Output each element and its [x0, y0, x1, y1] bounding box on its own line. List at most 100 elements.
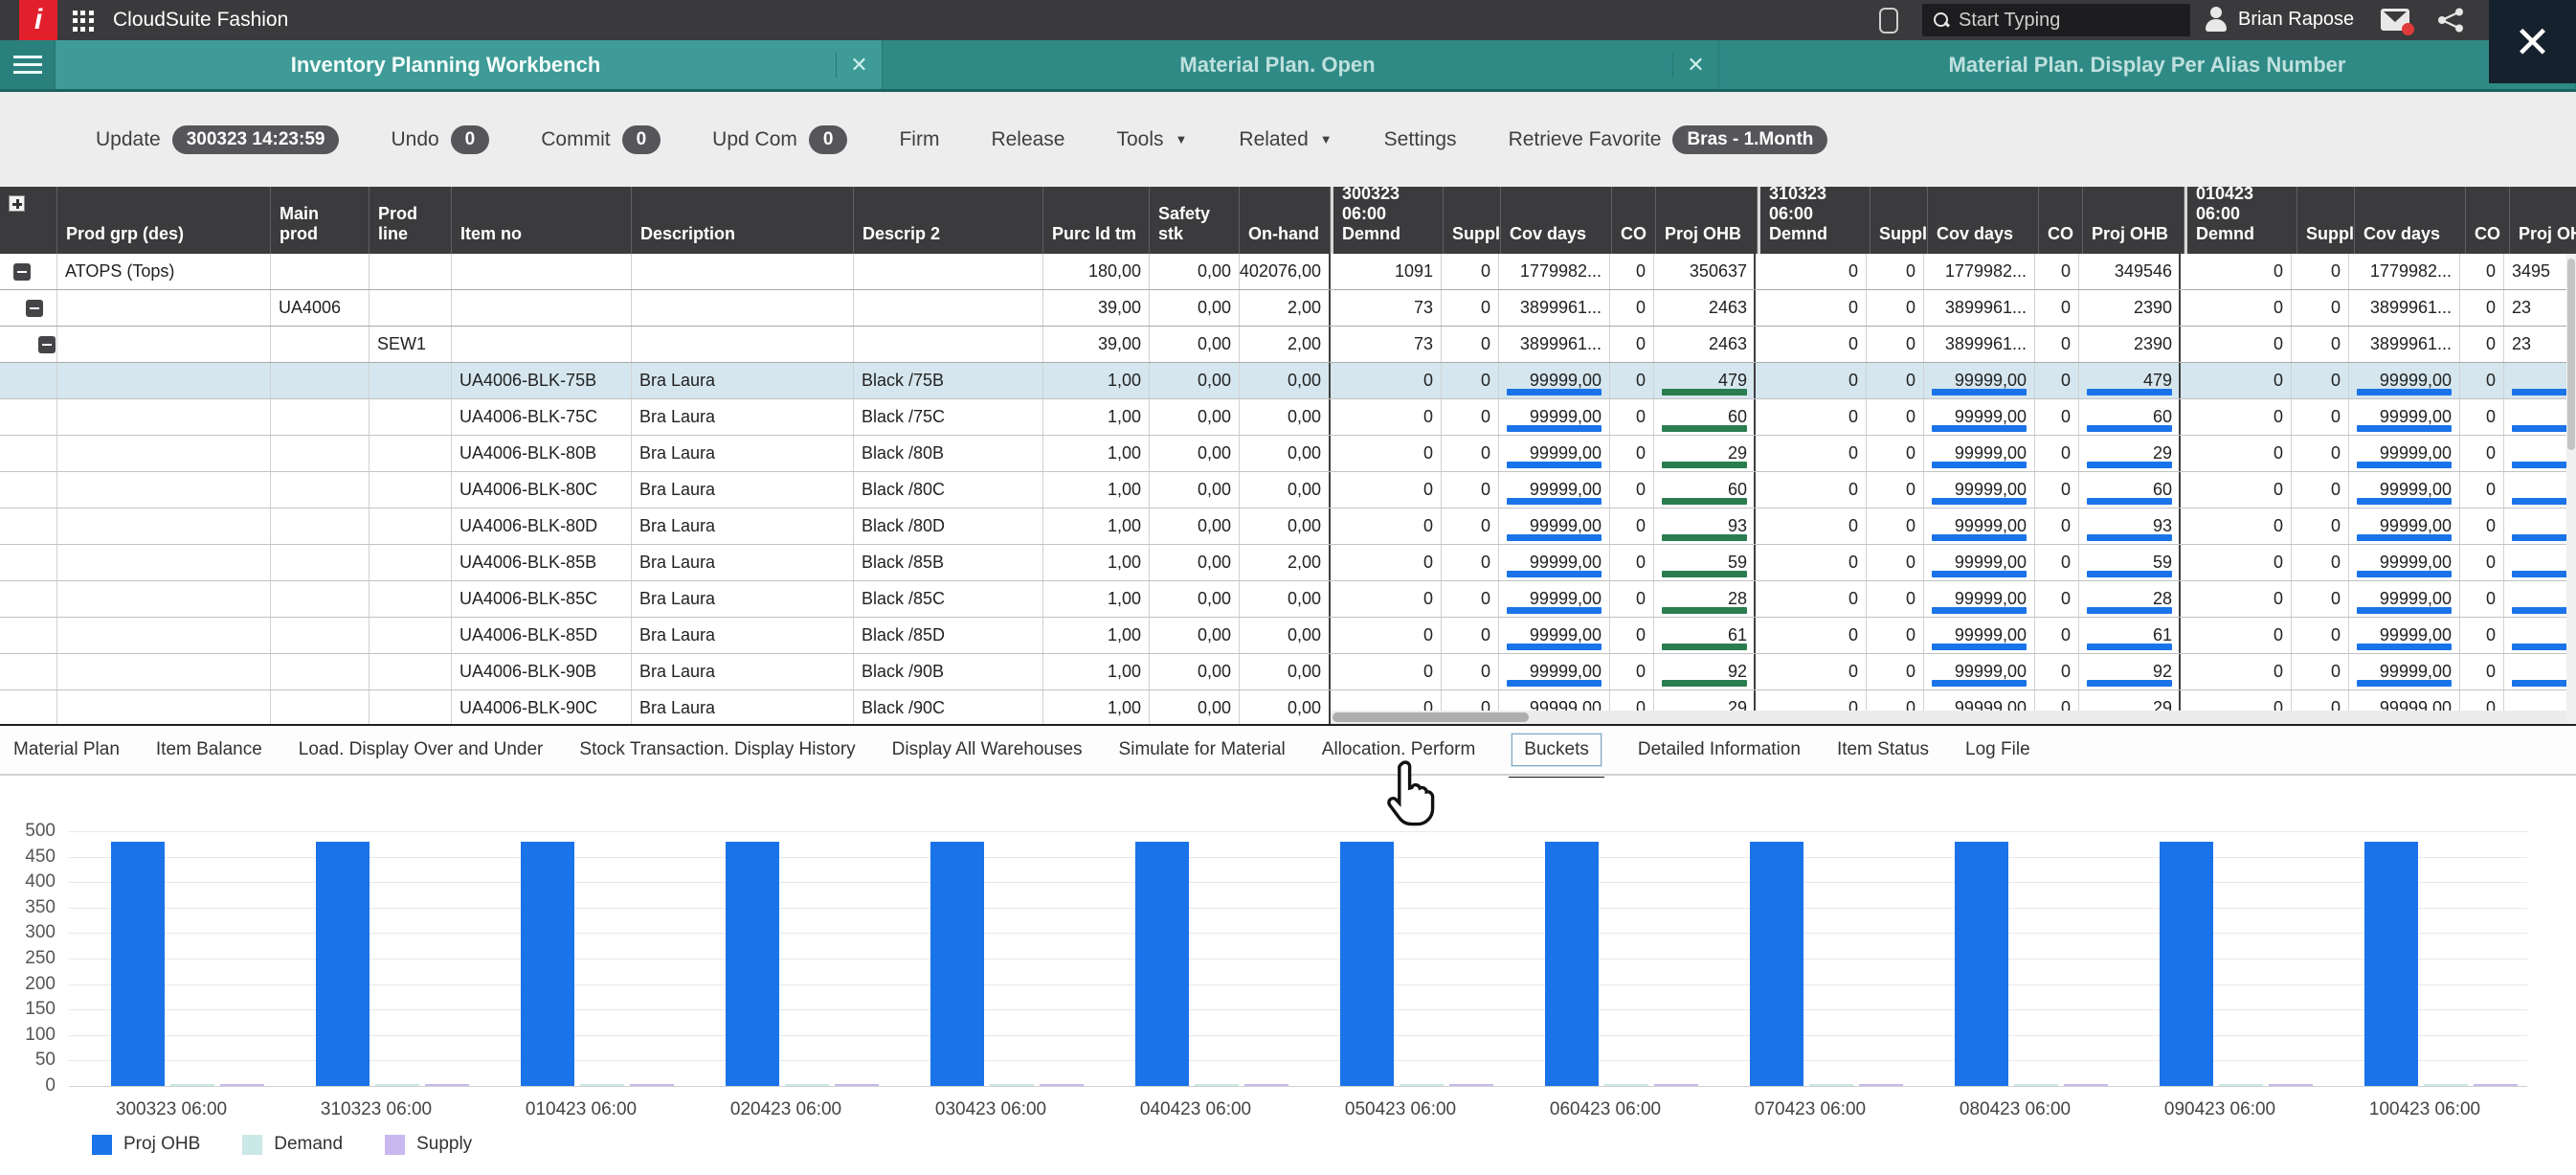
cell-main-prod[interactable]	[271, 690, 370, 726]
cell-description[interactable]	[632, 327, 854, 362]
supply-bar[interactable]	[1040, 1084, 1084, 1086]
cell-proj-ohb[interactable]: 61	[1654, 618, 1756, 653]
demand-bar[interactable]	[785, 1084, 829, 1086]
cell-co[interactable]: 0	[2035, 545, 2079, 580]
cell-proj-ohb[interactable]: 2390	[2079, 327, 2181, 362]
cell-suppl[interactable]: 0	[2292, 508, 2349, 544]
legend-item-proj-ohb[interactable]: Proj OHB	[92, 1134, 200, 1155]
horizontal-scrollbar[interactable]	[1331, 711, 2576, 724]
cell-main-prod[interactable]	[271, 654, 370, 689]
cell-suppl[interactable]: 0	[2292, 290, 2349, 326]
cell-prod-line[interactable]	[370, 690, 452, 726]
collapse-icon[interactable]	[13, 263, 31, 281]
cell-cov-days[interactable]: 3899961...	[2349, 327, 2460, 362]
bottom-tab-load-display-over-and-under[interactable]: Load. Display Over and Under	[299, 739, 544, 760]
cell-purc-ld-tm[interactable]: 180,00	[1043, 254, 1150, 289]
cell-proj-ohb[interactable]: 93	[2079, 508, 2181, 544]
cell-suppl[interactable]: 0	[1442, 581, 1499, 617]
column-header-cov-days[interactable]: Cov days	[1928, 187, 2039, 254]
cell-safety-stk[interactable]: 0,00	[1150, 290, 1240, 326]
cell-on-hand[interactable]: 0,00	[1240, 690, 1331, 726]
tab-material-plan-open[interactable]: Material Plan. Open ✕	[883, 40, 1719, 89]
cell-main-prod[interactable]	[271, 327, 370, 362]
toolbar-update-button[interactable]: Update300323 14:23:59	[96, 125, 339, 154]
cell-cov-days[interactable]: 99999,00	[1924, 363, 2035, 398]
cell-descrip-2[interactable]: Black /90C	[854, 690, 1043, 726]
cell-co[interactable]: 0	[2460, 399, 2504, 435]
cell-co[interactable]: 0	[2035, 399, 2079, 435]
cell-demnd[interactable]: 0	[1754, 436, 1867, 471]
messages-icon[interactable]	[2381, 9, 2409, 31]
demand-bar[interactable]	[580, 1084, 624, 1086]
cell-on-hand[interactable]: 2,00	[1240, 290, 1331, 326]
proj-ohb-bar[interactable]	[2364, 842, 2418, 1086]
cell-on-hand[interactable]: 0,00	[1240, 472, 1331, 508]
tab-inventory-planning-workbench[interactable]: Inventory Planning Workbench ✕	[56, 40, 883, 89]
cell-demnd[interactable]: 0	[2179, 618, 2292, 653]
cell-proj-ohb[interactable]: 61	[2079, 618, 2181, 653]
cell-proj-ohb[interactable]: 23	[2504, 327, 2576, 362]
demand-bar[interactable]	[2219, 1084, 2263, 1086]
cell-on-hand[interactable]: 2,00	[1240, 545, 1331, 580]
cell-purc-ld-tm[interactable]: 1,00	[1043, 545, 1150, 580]
cell-demnd[interactable]: 0	[2179, 254, 2292, 289]
cell-prod-grp-des-[interactable]	[57, 654, 271, 689]
bottom-tab-buckets[interactable]: Buckets	[1512, 734, 1602, 766]
cell-main-prod[interactable]	[271, 436, 370, 471]
cell-proj-ohb[interactable]	[2504, 363, 2576, 398]
supply-bar[interactable]	[1654, 1084, 1698, 1086]
toolbar-retrieve-favorite-button[interactable]: Retrieve FavoriteBras - 1.Month	[1509, 125, 1828, 154]
cell-proj-ohb[interactable]	[2504, 654, 2576, 689]
bottom-tab-display-all-warehouses[interactable]: Display All Warehouses	[892, 739, 1083, 760]
cell-suppl[interactable]: 0	[1442, 254, 1499, 289]
cell-suppl[interactable]: 0	[2292, 363, 2349, 398]
cell-descrip-2[interactable]: Black /85C	[854, 581, 1043, 617]
cell-item-no[interactable]: UA4006-BLK-85B	[452, 545, 632, 580]
cell-item-no[interactable]: UA4006-BLK-90B	[452, 654, 632, 689]
cell-cov-days[interactable]: 99999,00	[1499, 545, 1610, 580]
cell-demnd[interactable]: 0	[1329, 545, 1442, 580]
cell-item-no[interactable]: UA4006-BLK-85C	[452, 581, 632, 617]
cell-cov-days[interactable]: 3899961...	[1499, 290, 1610, 326]
cell-demnd[interactable]: 0	[1329, 436, 1442, 471]
cell-cov-days[interactable]: 99999,00	[1499, 399, 1610, 435]
cell-item-no[interactable]: UA4006-BLK-80D	[452, 508, 632, 544]
demand-bar[interactable]	[375, 1084, 419, 1086]
cell-suppl[interactable]: 0	[2292, 327, 2349, 362]
item-row[interactable]: UA4006-BLK-80DBra LauraBlack /80D1,000,0…	[0, 508, 2576, 545]
cell-prod-grp-des-[interactable]	[57, 508, 271, 544]
cell-main-prod[interactable]	[271, 472, 370, 508]
cell-proj-ohb[interactable]	[2504, 508, 2576, 544]
cell-prod-line[interactable]	[370, 545, 452, 580]
bottom-tab-item-status[interactable]: Item Status	[1837, 739, 1929, 760]
cell-suppl[interactable]: 0	[1442, 472, 1499, 508]
column-header-cov-days[interactable]: Cov days	[1501, 187, 1612, 254]
cell-description[interactable]: Bra Laura	[632, 618, 854, 653]
cell-co[interactable]: 0	[1610, 618, 1654, 653]
demand-bar[interactable]	[2014, 1084, 2058, 1086]
proj-ohb-bar[interactable]	[2160, 842, 2213, 1086]
cell-demnd[interactable]: 0	[2179, 654, 2292, 689]
cell-cov-days[interactable]: 99999,00	[1924, 472, 2035, 508]
cell-suppl[interactable]: 0	[1442, 436, 1499, 471]
supply-bar[interactable]	[1244, 1084, 1288, 1086]
cell-demnd[interactable]: 73	[1329, 290, 1442, 326]
demand-bar[interactable]	[990, 1084, 1034, 1086]
cell-co[interactable]: 0	[2460, 581, 2504, 617]
cell-safety-stk[interactable]: 0,00	[1150, 618, 1240, 653]
cell-proj-ohb[interactable]: 28	[1654, 581, 1756, 617]
cell-descrip-2[interactable]	[854, 254, 1043, 289]
cell-co[interactable]: 0	[2460, 327, 2504, 362]
global-search-input[interactable]: Start Typing	[1922, 4, 2190, 36]
cell-proj-ohb[interactable]	[2504, 618, 2576, 653]
cell-demnd[interactable]: 0	[1329, 618, 1442, 653]
cell-cov-days[interactable]: 99999,00	[1924, 399, 2035, 435]
cell-proj-ohb[interactable]: 2463	[1654, 327, 1756, 362]
cell-safety-stk[interactable]: 0,00	[1150, 690, 1240, 726]
cell-cov-days[interactable]: 99999,00	[1499, 618, 1610, 653]
cell-cov-days[interactable]: 3899961...	[1499, 327, 1610, 362]
cell-proj-ohb[interactable]: 479	[2079, 363, 2181, 398]
bottom-tab-simulate-for-material[interactable]: Simulate for Material	[1119, 739, 1286, 760]
cell-purc-ld-tm[interactable]: 39,00	[1043, 327, 1150, 362]
cell-cov-days[interactable]: 99999,00	[2349, 472, 2460, 508]
